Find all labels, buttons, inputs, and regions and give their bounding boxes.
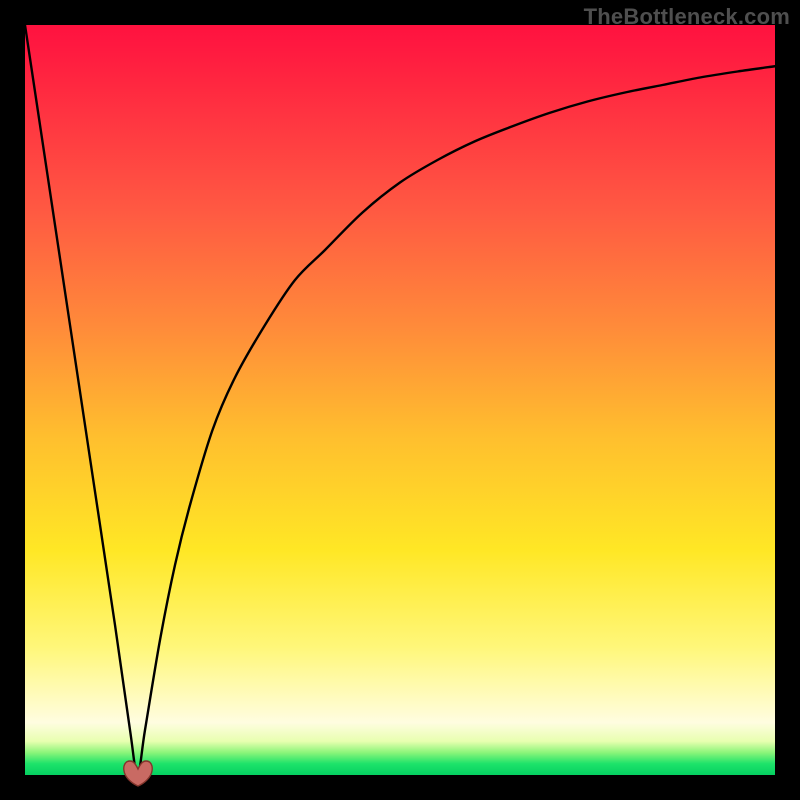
bottleneck-curve [25, 25, 775, 775]
chart-frame: TheBottleneck.com [0, 0, 800, 800]
heart-icon [121, 757, 155, 787]
plot-area [25, 25, 775, 775]
